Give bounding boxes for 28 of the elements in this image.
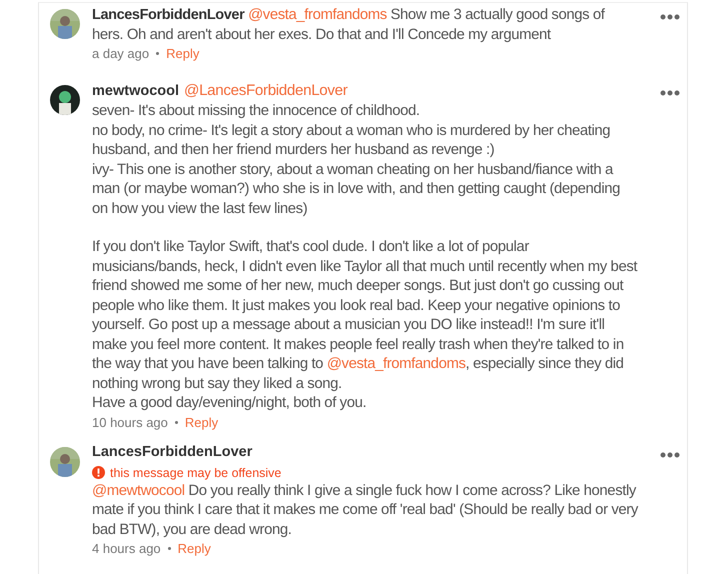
comment-text: no body, no crime- It's legit a story about a woman who is murdered by her cheating husband, and then her friend murders her husband as revenge :): [92, 122, 612, 160]
timestamp: 4 hours ago: [92, 540, 161, 557]
separator-dot: [174, 420, 178, 424]
comment-text: Have a good day/evening/night, both of you.: [92, 394, 368, 413]
mention-link[interactable]: @vesta_fromfandoms: [248, 7, 387, 23]
reply-link[interactable]: Reply: [178, 540, 211, 557]
timestamp: 10 hours ago: [92, 414, 168, 430]
username[interactable]: LancesForbiddenLover: [92, 7, 244, 23]
more-options-icon[interactable]: [660, 14, 680, 20]
warning-icon: [92, 466, 105, 479]
more-options-icon[interactable]: [660, 452, 680, 458]
username[interactable]: LancesForbiddenLover: [92, 444, 252, 460]
more-options-icon[interactable]: [660, 90, 680, 96]
reply-link[interactable]: Reply: [166, 45, 200, 62]
mention-link[interactable]: @LancesForbiddenLover: [184, 82, 348, 99]
separator-dot: [168, 547, 171, 550]
timestamp: a day ago: [92, 45, 150, 62]
username[interactable]: mewtwocool: [92, 83, 180, 99]
warning-text: this message may be offensive: [110, 466, 282, 480]
comment-text: seven- It's about missing the innocence of childhood.: [92, 102, 421, 121]
comment-text: @mewtwocool Do you really think I give a single fuck how I come across? Like honestly mate if you think I care that it makes me come off 'real bad' (Should be really bad or very bad BTW), you are dead wrong.: [92, 482, 638, 540]
reply-link[interactable]: Reply: [184, 414, 218, 430]
comment-text: ivy- This one is another story, about a woman cheating on her husband/fiance with a man (or maybe woman?) who she is in love with, and then getting caught (depending on how you view the last few lines): [92, 160, 621, 218]
mention-link[interactable]: @vesta_fromfandoms: [326, 356, 466, 372]
separator-dot: [156, 52, 160, 55]
comment-text: LancesForbiddenLover @vesta_fromfandoms Show me 3 actually good songs of hers. Oh and aren't about her exes. Do that and I'll Concede my argument: [92, 6, 606, 44]
mention-link[interactable]: @mewtwocool: [92, 482, 185, 498]
comment-text: If you don't like Taylor Swift, that's cool dude. I don't like a lot of popular musicians/bands, heck, I didn't even like Taylor all that much until recently when my best friend showed me some of her new, much deeper songs. But just don't go cussing out people who like them. It just makes you look real bad. Keep your negative opinions to yourself. Go post up a message about a musician you DO like instead!! I'm sure it'll make you feel more content. It makes people feel really trash when they're talked to in the way that you have been talking to @vesta_fromfandoms, especially since they did nothing wrong but say they liked a song.: [92, 238, 638, 394]
